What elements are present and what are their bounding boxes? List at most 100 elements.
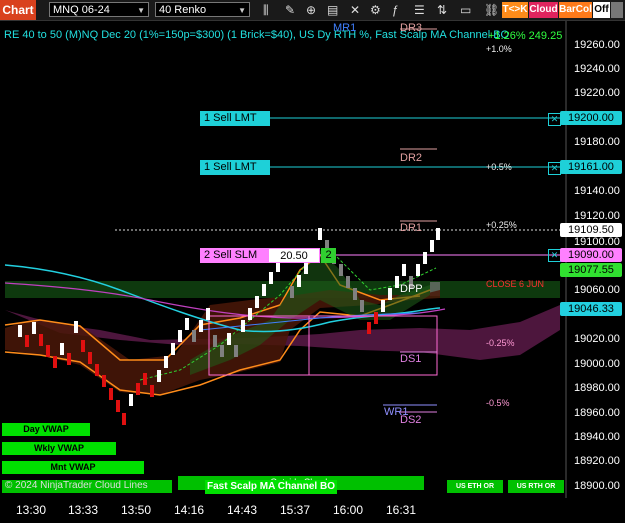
zoom-icon[interactable]: ⊕: [306, 3, 316, 17]
price-brick: [269, 272, 273, 284]
draw-tool-icon[interactable]: ✎: [285, 3, 295, 17]
level-dr2: DR2: [400, 152, 423, 164]
pct-plus-05: +0.5%: [486, 162, 512, 172]
sell-limit-order-1[interactable]: 1 Sell LMT: [200, 111, 270, 126]
price-brick: [171, 343, 175, 355]
price-brick: [67, 353, 71, 365]
price-brick: [241, 320, 245, 332]
price-brick: [81, 340, 85, 352]
chart-title-tab[interactable]: Chart: [0, 0, 36, 20]
price-brick: [46, 345, 50, 357]
price-brick: [157, 370, 161, 382]
x-tick: 13:30: [16, 503, 47, 517]
price-brick: [353, 288, 357, 300]
price-box-ma: 19077.55: [560, 263, 622, 277]
price-brick: [248, 308, 252, 320]
link-icon[interactable]: ⛓: [484, 3, 499, 17]
level-ds1: DS1: [400, 353, 422, 365]
price-brick: [430, 240, 434, 252]
y-tick: 18940.00: [574, 431, 620, 443]
instrument-value: MNQ 06-24: [53, 4, 110, 16]
price-brick: [416, 264, 420, 276]
us-eth-or-button[interactable]: US ETH OR: [447, 480, 503, 493]
price-brick: [192, 330, 196, 342]
price-brick: [381, 300, 385, 312]
price-brick: [290, 286, 294, 298]
level-dpp: DPP: [400, 283, 423, 295]
price-brick: [116, 400, 120, 412]
x-tick: 13:33: [68, 503, 99, 517]
price-box-last: 19109.50: [560, 223, 622, 237]
crosshair-icon[interactable]: ✕: [350, 3, 360, 17]
y-tick: 19260.00: [574, 39, 620, 51]
mnt-vwap-button[interactable]: Mnt VWAP: [2, 461, 144, 474]
price-brick: [213, 335, 217, 347]
sell-stop-qty[interactable]: 2: [321, 248, 336, 263]
y-tick: 18960.00: [574, 407, 620, 419]
price-brick: [74, 321, 78, 333]
y-tick: 18920.00: [574, 455, 620, 467]
pct-plus-025: +0.25%: [486, 220, 517, 230]
properties-icon[interactable]: ⚙: [370, 3, 381, 17]
instrument-selector[interactable]: MNQ 06-24 ▼: [49, 2, 149, 17]
price-brick: [53, 356, 57, 368]
price-brick: [199, 320, 203, 332]
sell-stop-order[interactable]: 2 Sell SLM: [200, 248, 268, 263]
copyright-text: © 2024 NinjaTrader Cloud Lines: [5, 480, 148, 491]
share-icon[interactable]: ▭: [460, 3, 471, 17]
price-brick: [395, 276, 399, 288]
price-brick: [367, 322, 371, 334]
price-brick: [339, 264, 343, 276]
fast-scalp-button[interactable]: Fast Scalp MA Channel BO: [205, 480, 337, 494]
y-tick: 19240.00: [574, 63, 620, 75]
price-box-cyan: 19046.33: [560, 302, 622, 316]
template-icon[interactable]: ▤: [327, 3, 338, 17]
tk-toggle-button[interactable]: T<>K: [502, 2, 528, 18]
price-brick: [60, 343, 64, 355]
price-brick: [206, 308, 210, 320]
bartype-value: 40 Renko: [159, 4, 207, 16]
sell-stop-price[interactable]: 20.50: [268, 248, 320, 263]
strategy-icon[interactable]: ☰: [414, 3, 425, 17]
price-brick: [220, 345, 224, 357]
price-brick: [402, 264, 406, 276]
cloud-toggle-button[interactable]: Cloud: [529, 2, 558, 18]
wkly-vwap-button[interactable]: Wkly VWAP: [2, 442, 116, 455]
price-box-sell-limit-2: 19161.00: [560, 160, 622, 174]
chart-header-text: RE 40 to 50 (M)NQ Dec 20 (1%=150p=$300) …: [4, 29, 510, 41]
off-toggle-button[interactable]: Off: [593, 2, 610, 18]
indicators-icon[interactable]: ƒ: [392, 3, 399, 17]
price-brick: [346, 276, 350, 288]
price-brick: [102, 375, 106, 387]
header-change-value: +1.26% 249.25: [488, 30, 563, 42]
toolbar-overflow-button[interactable]: [611, 2, 623, 18]
barcol-toggle-button[interactable]: BarCol: [559, 2, 592, 18]
price-brick: [18, 325, 22, 337]
us-rth-or-button[interactable]: US RTH OR: [508, 480, 564, 493]
level-dr3: DR3: [400, 22, 423, 34]
level-ds2: DS2: [400, 414, 422, 426]
x-tick: 13:50: [121, 503, 152, 517]
x-tick: 16:31: [386, 503, 417, 517]
x-tick: 14:16: [174, 503, 205, 517]
pct-minus-025: -0.25%: [486, 338, 515, 348]
x-tick: 16:00: [333, 503, 364, 517]
price-brick: [164, 356, 168, 368]
price-brick: [388, 288, 392, 300]
pct-minus-05: -0.5%: [486, 398, 510, 408]
day-vwap-button[interactable]: Day VWAP: [2, 423, 90, 436]
price-brick: [360, 300, 364, 312]
price-brick: [136, 383, 140, 395]
chart-trader-icon[interactable]: ⇅: [437, 3, 447, 17]
price-brick: [436, 228, 440, 240]
bar-chart-icon[interactable]: ⫼: [263, 3, 269, 17]
sell-limit-order-2[interactable]: 1 Sell LMT: [200, 160, 270, 175]
y-tick: 19180.00: [574, 136, 620, 148]
price-brick: [234, 345, 238, 357]
bartype-selector[interactable]: 40 Renko ▼: [155, 2, 250, 17]
y-tick: 19140.00: [574, 185, 620, 197]
chevron-down-icon: ▼: [238, 6, 246, 15]
price-brick: [32, 322, 36, 334]
y-tick: 19100.00: [574, 236, 620, 248]
y-tick: 19060.00: [574, 284, 620, 296]
